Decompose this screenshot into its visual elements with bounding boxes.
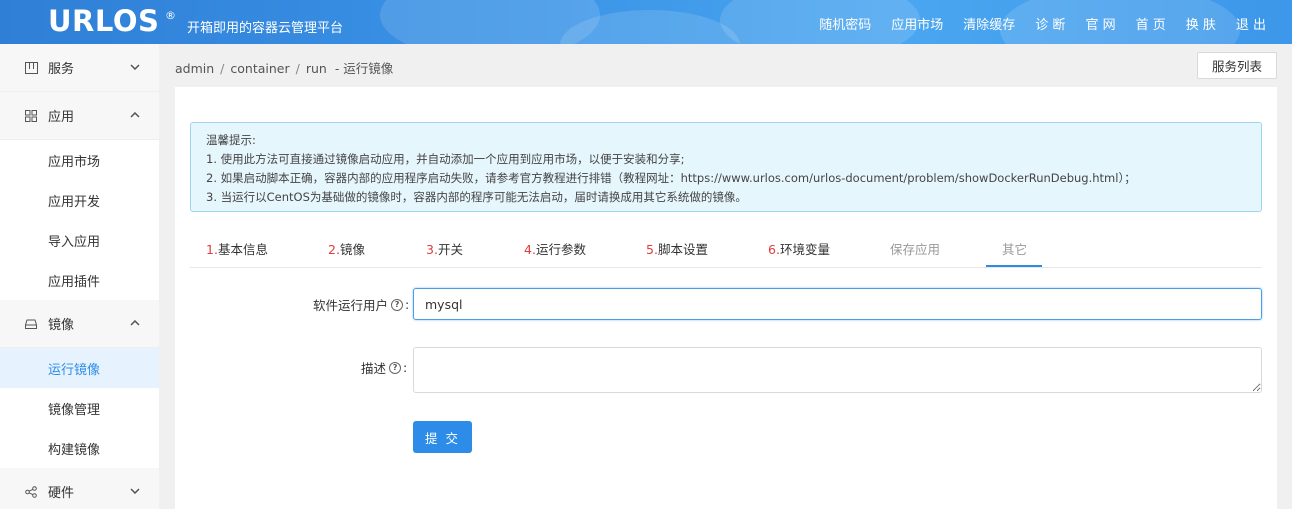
nav-logout[interactable]: 退 出 [1236,14,1266,33]
sidebar-group-label: 硬件 [48,486,75,501]
logo[interactable]: URLOS [48,4,159,38]
sidebar-item-image-manage[interactable]: 镜像管理 [0,388,159,428]
sidebar-item-app-market[interactable]: 应用市场 [0,140,159,180]
label-colon: : [403,360,408,375]
sidebar-group-service[interactable]: 服务 [0,44,159,92]
tab-label: 其它 [1002,242,1028,257]
sidebar-group-label: 镜像 [48,318,75,333]
nav-official-site[interactable]: 官 网 [1085,14,1115,33]
tab-script-settings[interactable]: 5.脚本设置 [646,239,708,258]
tab-number: 1. [206,242,218,257]
run-user-input[interactable] [413,288,1262,320]
tab-number: 4. [524,242,536,257]
tab-env-vars[interactable]: 6.环境变量 [768,239,830,258]
tab-switch[interactable]: 3.开关 [426,239,463,258]
breadcrumb-admin[interactable]: admin [175,61,214,76]
tab-label: 保存应用 [890,242,941,257]
nav-skin[interactable]: 换 肤 [1186,14,1216,33]
label-colon: : [405,297,410,312]
top-header: URLOS ® 开箱即用的容器云管理平台 随机密码 应用市场 清除缓存 诊 断 … [0,0,1292,44]
sidebar-item-run-image[interactable]: 运行镜像 [0,348,159,388]
tab-number: 5. [646,242,658,257]
sidebar: 服务 应用 应用市场 应用开发 导入应用 应用插件 镜像 运行镜像 镜像管理 构… [0,44,159,509]
breadcrumb-container[interactable]: container [230,61,289,76]
tab-label: 开关 [437,242,463,257]
nav-home[interactable]: 首 页 [1136,14,1166,33]
main-panel: 温馨提示: 1. 使用此方法可直接通过镜像启动应用，并自动添加一个应用到应用市场… [175,87,1277,509]
tab-other[interactable]: 其它 [1002,239,1027,258]
tab-image[interactable]: 2.镜像 [328,239,365,258]
run-user-label: 软件运行用户 ? : [313,295,409,314]
chevron-up-icon [130,318,140,329]
tab-basic-info[interactable]: 1.基本信息 [206,239,268,258]
description-label-text: 描述 [361,361,387,376]
nav-diagnose[interactable]: 诊 断 [1035,14,1065,33]
nav-clear-cache[interactable]: 清除缓存 [963,14,1015,33]
tab-label: 脚本设置 [657,242,708,257]
active-tab-indicator [986,265,1042,267]
tab-number: 2. [328,242,340,257]
tab-save-app[interactable]: 保存应用 [890,239,940,258]
sidebar-item-app-plugin[interactable]: 应用插件 [0,260,159,300]
help-icon[interactable]: ? [389,361,402,374]
tip-line: 1. 使用此方法可直接通过镜像启动应用，并自动添加一个应用到应用市场，以便于安装… [206,152,685,166]
tip-line: 2. 如果启动脚本正确，容器内部的应用程序启动失败，请参考官方教程进行排错（教程… [206,171,1136,185]
sidebar-group-label: 服务 [48,62,75,77]
breadcrumb-page-name: - 运行镜像 [334,61,394,76]
sidebar-item-build-image[interactable]: 构建镜像 [0,428,159,468]
tip-line: 3. 当运行以CentOS为基础做的镜像时，容器内部的程序可能无法启动，届时请换… [206,190,747,204]
logo-registered-mark: ® [165,9,176,22]
tab-label: 镜像 [339,242,365,257]
service-list-button[interactable]: 服务列表 [1197,52,1277,79]
sidebar-group-image[interactable]: 镜像 [0,300,159,348]
description-textarea[interactable] [413,347,1262,393]
breadcrumb: admin / container / run - 运行镜像 [175,58,393,77]
submit-button[interactable]: 提 交 [413,421,472,453]
sidebar-group-app[interactable]: 应用 [0,92,159,140]
breadcrumb-bar: admin / container / run - 运行镜像 服务列表 [159,44,1292,87]
tab-run-params[interactable]: 4.运行参数 [524,239,586,258]
sidebar-group-label: 应用 [48,110,75,125]
sidebar-group-hardware[interactable]: 硬件 [0,468,159,509]
chevron-down-icon [130,62,140,73]
tab-number: 3. [426,242,438,257]
tab-label: 环境变量 [779,242,830,257]
tip-box: 温馨提示: 1. 使用此方法可直接通过镜像启动应用，并自动添加一个应用到应用市场… [190,122,1262,212]
breadcrumb-run[interactable]: run [306,61,327,76]
chevron-down-icon [130,486,140,497]
breadcrumb-separator: / [220,61,225,76]
help-icon[interactable]: ? [391,298,404,311]
tip-title: 温馨提示: [206,133,256,147]
tab-label: 运行参数 [535,242,586,257]
sidebar-item-import-app[interactable]: 导入应用 [0,220,159,260]
tab-number: 6. [768,242,780,257]
run-user-label-text: 软件运行用户 [313,298,389,313]
share-icon [24,485,38,499]
description-label: 描述 ? : [361,358,407,377]
slogan: 开箱即用的容器云管理平台 [187,21,344,36]
service-icon [24,61,38,75]
top-nav: 随机密码 应用市场 清除缓存 诊 断 官 网 首 页 换 肤 退 出 [799,14,1266,33]
tab-label: 基本信息 [217,242,268,257]
breadcrumb-separator: / [295,61,300,76]
drive-icon [24,317,38,331]
tab-bar: 1.基本信息 2.镜像 3.开关 4.运行参数 5.脚本设置 6.环境变量 保存… [190,230,1262,268]
nav-app-market[interactable]: 应用市场 [891,14,943,33]
chevron-up-icon [130,110,140,121]
nav-random-password[interactable]: 随机密码 [819,14,871,33]
grid-icon [24,109,38,123]
sidebar-item-app-dev[interactable]: 应用开发 [0,180,159,220]
